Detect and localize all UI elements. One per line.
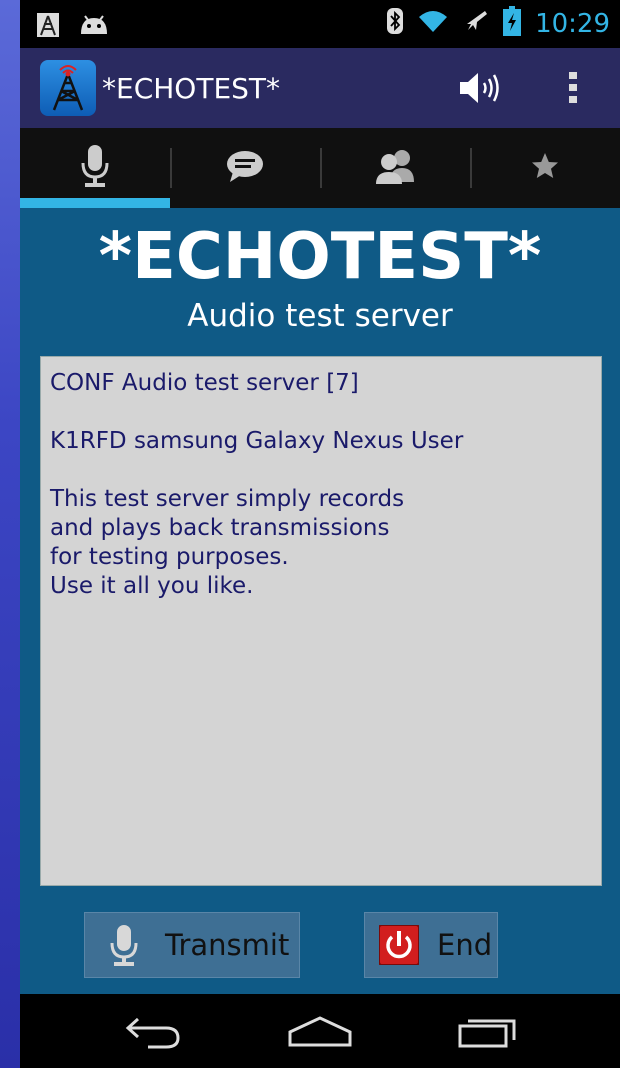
end-button-label: End: [437, 928, 493, 962]
signal-tower-notification-icon: [36, 12, 60, 43]
android-icon: [78, 12, 110, 43]
phone-screen: 10:29 *ECHOTEST* *ECHOTEST* Audio test s…: [20, 0, 620, 1068]
info-line: This test server simply records and play…: [50, 486, 405, 599]
info-line: K1RFD samsung Galaxy Nexus User: [50, 428, 464, 454]
wifi-icon: [417, 9, 449, 38]
info-line: CONF Audio test server [7]: [50, 370, 359, 396]
end-button[interactable]: End: [364, 912, 498, 978]
transmit-button[interactable]: Transmit: [84, 912, 300, 978]
star-icon: [530, 151, 560, 186]
clock-time: 10:29: [535, 8, 610, 39]
tab-people[interactable]: [320, 128, 470, 208]
action-bar: *ECHOTEST*: [20, 48, 620, 128]
airplane-mode-icon: [463, 8, 489, 39]
transmit-button-label: Transmit: [165, 928, 290, 962]
power-icon: [379, 925, 419, 965]
recent-apps-icon[interactable]: [456, 1014, 520, 1055]
station-description: Audio test server: [187, 298, 453, 334]
chat-bubble-icon: [225, 148, 265, 189]
station-name: *ECHOTEST*: [98, 220, 542, 294]
app-title: *ECHOTEST*: [102, 72, 281, 105]
microphone-icon: [109, 923, 139, 967]
tab-microphone[interactable]: [20, 128, 170, 208]
status-bar: 10:29: [20, 0, 620, 48]
tab-favorites[interactable]: [470, 128, 620, 208]
back-icon[interactable]: [120, 1014, 184, 1055]
tab-chat[interactable]: [170, 128, 320, 208]
radio-tower-icon[interactable]: [40, 60, 96, 116]
bluetooth-icon: [387, 8, 404, 39]
speaker-volume-icon[interactable]: [458, 68, 504, 108]
tab-bar: [20, 128, 620, 208]
overflow-menu-icon[interactable]: [562, 70, 586, 106]
battery-charging-icon: [503, 6, 522, 41]
people-icon: [374, 148, 416, 189]
station-info-panel[interactable]: CONF Audio test server [7] K1RFD samsung…: [40, 356, 602, 886]
system-nav-bar: [20, 994, 620, 1068]
selected-tab-indicator: [20, 198, 170, 208]
home-icon[interactable]: [286, 1014, 354, 1055]
microphone-icon: [79, 143, 111, 194]
